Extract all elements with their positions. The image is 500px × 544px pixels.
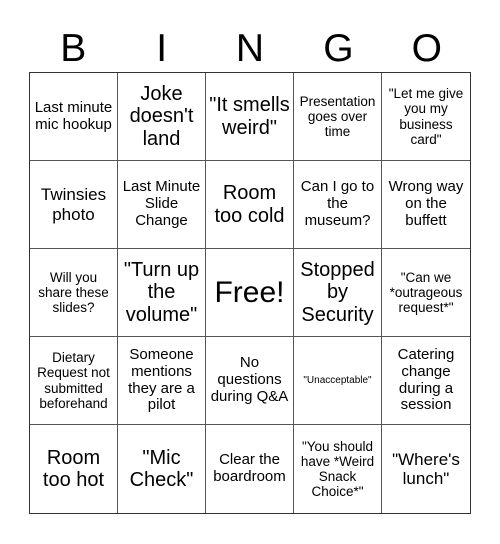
cell-text: "You should have *Weird Snack Choice*" <box>300 438 375 500</box>
header-letter-g: G <box>323 27 354 70</box>
bingo-cell[interactable]: Wrong way on the buffett <box>382 161 470 249</box>
bingo-cell[interactable]: Someone mentions they are a pilot <box>118 337 206 425</box>
cell-text: "Mic Check" <box>129 446 194 491</box>
bingo-cell[interactable]: "Turn up the volume" <box>118 249 206 337</box>
bingo-cell[interactable]: Clear the boardroom <box>206 425 294 513</box>
cell-text: "Where's lunch" <box>392 449 460 488</box>
header-letter-o: O <box>411 27 442 70</box>
bingo-cell[interactable]: Presentation goes over time <box>294 73 382 161</box>
cell-text: Clear the boardroom <box>213 451 286 485</box>
bingo-cell[interactable]: Room too cold <box>206 161 294 249</box>
cell-text: Last minute mic hookup <box>34 98 113 133</box>
bingo-cell[interactable]: Can I go to the museum? <box>294 161 382 249</box>
cell-text: Dietary Request not submitted beforehand <box>37 350 110 411</box>
bingo-cell[interactable]: Will you share these slides? <box>30 249 118 337</box>
bingo-cell[interactable]: Last Minute Slide Change <box>118 161 206 249</box>
header-letter-b: B <box>60 27 87 70</box>
bingo-cell[interactable]: "Unacceptable" <box>294 337 382 425</box>
cell-text: Wrong way on the buffett <box>388 178 464 229</box>
cell-text: Room too cold <box>214 182 285 227</box>
cell-text: Can I go to the museum? <box>300 178 375 229</box>
bingo-cell[interactable]: "You should have *Weird Snack Choice*" <box>294 425 382 513</box>
cell-text: Joke doesn't land <box>129 82 194 150</box>
cell-text: Free! <box>214 275 285 309</box>
cell-text: "Turn up the volume" <box>123 258 200 326</box>
cell-text: Twinsies photo <box>40 185 107 224</box>
bingo-cell[interactable]: Stopped by Security <box>294 249 382 337</box>
bingo-cell[interactable]: Dietary Request not submitted beforehand <box>30 337 118 425</box>
cell-text: "It smells weird" <box>209 94 290 139</box>
bingo-header: B I N G O <box>29 26 471 72</box>
cell-text: No questions during Q&A <box>210 354 289 405</box>
cell-text: Someone mentions they are a pilot <box>128 345 195 414</box>
cell-text: "Let me give you my business card" <box>388 86 464 147</box>
cell-text: Catering change during a session <box>397 345 455 414</box>
cell-text: Stopped by Security <box>300 258 375 326</box>
bingo-cell[interactable]: "Let me give you my business card" <box>382 73 470 161</box>
bingo-grid: Last minute mic hookup Joke doesn't land "… <box>29 72 471 514</box>
cell-text: Presentation goes over time <box>299 93 376 140</box>
cell-text: "Can we *outrageous request*" <box>389 269 463 316</box>
cell-text: Will you share these slides? <box>38 269 109 316</box>
bingo-cell[interactable]: "Where's lunch" <box>382 425 470 513</box>
bingo-cell[interactable]: Room too hot <box>30 425 118 513</box>
cell-text: "Unacceptable" <box>303 374 372 386</box>
bingo-cell[interactable]: "Mic Check" <box>118 425 206 513</box>
bingo-cell[interactable]: Last minute mic hookup <box>30 73 118 161</box>
bingo-cell[interactable]: No questions during Q&A <box>206 337 294 425</box>
bingo-cell[interactable]: Joke doesn't land <box>118 73 206 161</box>
cell-text: Room too hot <box>42 446 105 491</box>
bingo-cell[interactable]: Twinsies photo <box>30 161 118 249</box>
header-letter-n: N <box>235 27 265 70</box>
cell-text: Last Minute Slide Change <box>122 178 201 229</box>
bingo-cell[interactable]: Catering change during a session <box>382 337 470 425</box>
bingo-cell[interactable]: "It smells weird" <box>206 73 294 161</box>
free-space-cell[interactable]: Free! <box>206 249 294 337</box>
header-letter-i: I <box>156 27 168 70</box>
bingo-cell[interactable]: "Can we *outrageous request*" <box>382 249 470 337</box>
